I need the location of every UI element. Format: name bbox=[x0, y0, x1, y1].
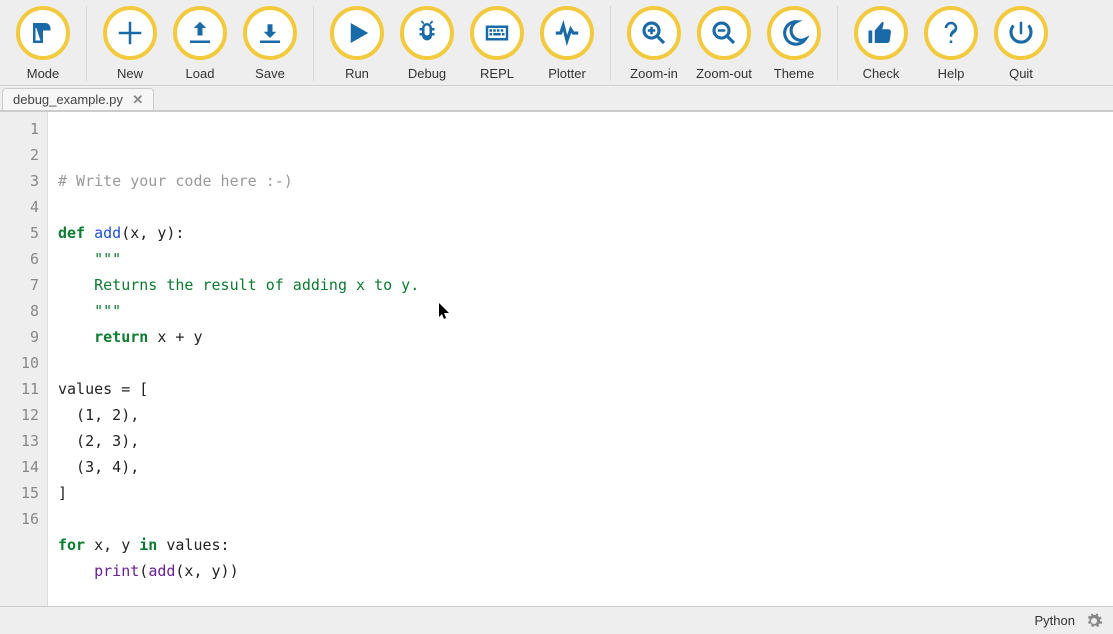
power-icon bbox=[994, 6, 1048, 60]
bug-icon bbox=[400, 6, 454, 60]
check-button[interactable]: Check bbox=[850, 6, 912, 81]
upload-icon bbox=[173, 6, 227, 60]
load-label: Load bbox=[186, 66, 215, 81]
zoom-in-icon bbox=[627, 6, 681, 60]
file-tab[interactable]: debug_example.py ✕ bbox=[2, 88, 154, 110]
quit-label: Quit bbox=[1009, 66, 1033, 81]
line-gutter: 12345678910111213141516 bbox=[0, 112, 48, 606]
zoom-in-button[interactable]: Zoom-in bbox=[623, 6, 685, 81]
load-button[interactable]: Load bbox=[169, 6, 231, 81]
play-icon bbox=[330, 6, 384, 60]
plus-icon bbox=[103, 6, 157, 60]
check-label: Check bbox=[863, 66, 900, 81]
toolbar: Mode New Load Save Run bbox=[0, 0, 1113, 86]
help-button[interactable]: Help bbox=[920, 6, 982, 81]
mode-icon bbox=[16, 6, 70, 60]
run-label: Run bbox=[345, 66, 369, 81]
tab-bar: debug_example.py ✕ bbox=[0, 86, 1113, 111]
save-label: Save bbox=[255, 66, 285, 81]
mode-label: Mode bbox=[27, 66, 60, 81]
repl-button[interactable]: REPL bbox=[466, 6, 528, 81]
close-icon[interactable]: ✕ bbox=[131, 93, 145, 107]
status-bar: Python bbox=[0, 606, 1113, 634]
mode-button[interactable]: Mode bbox=[12, 6, 74, 81]
new-button[interactable]: New bbox=[99, 6, 161, 81]
editor[interactable]: 12345678910111213141516 # Write your cod… bbox=[0, 111, 1113, 606]
theme-label: Theme bbox=[774, 66, 814, 81]
plotter-button[interactable]: Plotter bbox=[536, 6, 598, 81]
plotter-label: Plotter bbox=[548, 66, 586, 81]
repl-label: REPL bbox=[480, 66, 514, 81]
zoom-out-button[interactable]: Zoom-out bbox=[693, 6, 755, 81]
debug-label: Debug bbox=[408, 66, 446, 81]
status-language: Python bbox=[1035, 613, 1075, 628]
zoom-out-label: Zoom-out bbox=[696, 66, 752, 81]
help-label: Help bbox=[938, 66, 965, 81]
quit-button[interactable]: Quit bbox=[990, 6, 1052, 81]
zoom-out-icon bbox=[697, 6, 751, 60]
zoom-in-label: Zoom-in bbox=[630, 66, 678, 81]
debug-button[interactable]: Debug bbox=[396, 6, 458, 81]
save-button[interactable]: Save bbox=[239, 6, 301, 81]
theme-button[interactable]: Theme bbox=[763, 6, 825, 81]
moon-icon bbox=[767, 6, 821, 60]
thumbs-up-icon bbox=[854, 6, 908, 60]
gear-icon[interactable] bbox=[1085, 612, 1103, 630]
download-icon bbox=[243, 6, 297, 60]
code-area[interactable]: # Write your code here :-) def add(x, y)… bbox=[48, 112, 1113, 606]
help-icon bbox=[924, 6, 978, 60]
run-button[interactable]: Run bbox=[326, 6, 388, 81]
plotter-icon bbox=[540, 6, 594, 60]
new-label: New bbox=[117, 66, 143, 81]
keyboard-icon bbox=[470, 6, 524, 60]
tab-filename: debug_example.py bbox=[13, 92, 123, 107]
